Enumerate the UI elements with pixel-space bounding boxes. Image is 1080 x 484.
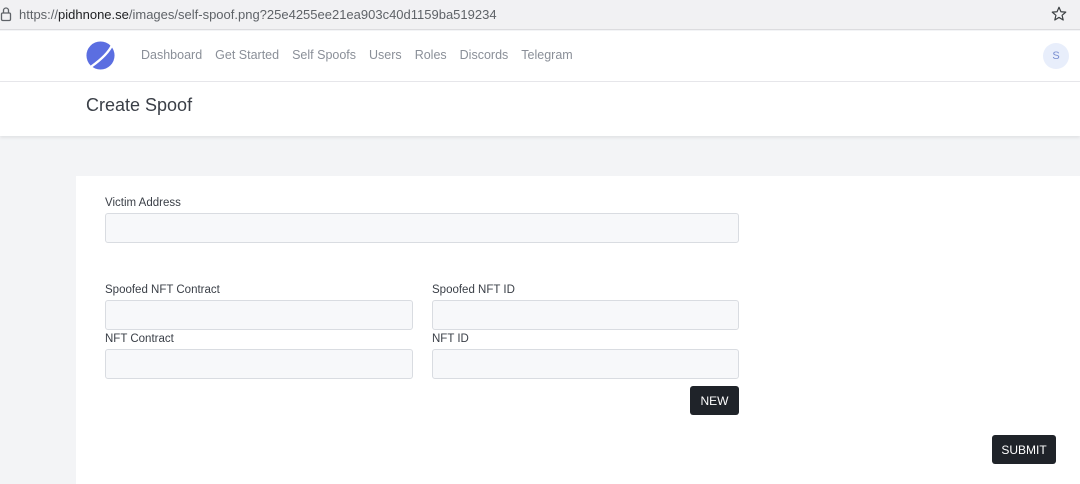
spoofed-nft-id-label: Spoofed NFT ID: [432, 284, 515, 296]
nav-dashboard[interactable]: Dashboard: [141, 48, 202, 62]
nft-id-label: NFT ID: [432, 333, 469, 345]
new-button[interactable]: NEW: [690, 386, 739, 415]
browser-url-bar[interactable]: https://pidhnone.se/images/self-spoof.pn…: [0, 0, 1080, 30]
spoofed-nft-contract-input[interactable]: [105, 300, 413, 330]
url-path: /images/self-spoof.png?25e4255ee21ea903c…: [128, 7, 497, 22]
spoofed-nft-id-input[interactable]: [432, 300, 739, 330]
nav-get-started[interactable]: Get Started: [215, 48, 279, 62]
victim-address-label: Victim Address: [105, 197, 181, 209]
url-host: pidhnone.se: [58, 7, 129, 22]
lock-icon: [0, 7, 12, 22]
logo-icon[interactable]: [85, 40, 116, 71]
main-nav: Dashboard Get Started Self Spoofs Users …: [141, 48, 586, 62]
avatar[interactable]: S: [1043, 43, 1069, 69]
nav-users[interactable]: Users: [369, 48, 402, 62]
victim-address-input[interactable]: [105, 213, 739, 243]
nft-id-input[interactable]: [432, 349, 739, 379]
page-title-bar: Create Spoof: [0, 82, 1080, 136]
create-spoof-form: Victim Address Spoofed NFT Contract Spoo…: [76, 176, 1080, 484]
nft-contract-label: NFT Contract: [105, 333, 174, 345]
url-prefix: https://: [19, 7, 59, 22]
url-text[interactable]: https://pidhnone.se/images/self-spoof.pn…: [19, 7, 497, 22]
star-icon[interactable]: [1050, 5, 1068, 23]
spoofed-nft-contract-label: Spoofed NFT Contract: [105, 284, 220, 296]
nav-discords[interactable]: Discords: [460, 48, 509, 62]
page-title: Create Spoof: [86, 95, 193, 115]
nav-self-spoofs[interactable]: Self Spoofs: [292, 48, 356, 62]
nav-roles[interactable]: Roles: [415, 48, 447, 62]
nft-contract-input[interactable]: [105, 349, 413, 379]
submit-button[interactable]: SUBMIT: [992, 435, 1056, 464]
app-header: Dashboard Get Started Self Spoofs Users …: [0, 31, 1080, 82]
nav-telegram[interactable]: Telegram: [521, 48, 572, 62]
